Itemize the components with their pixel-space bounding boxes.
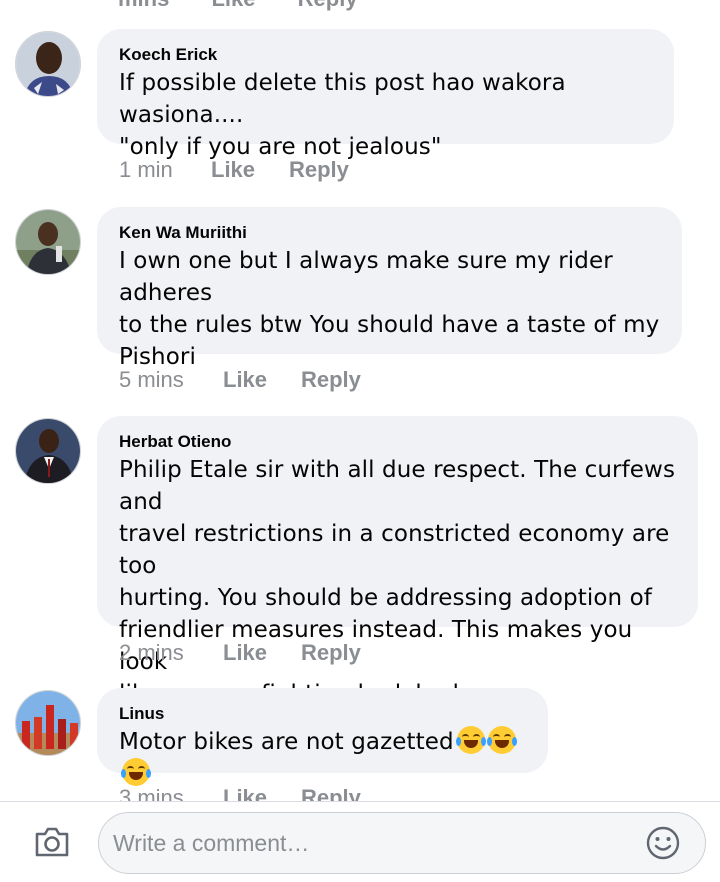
comment-line: Motor bikes are not gazetted — [119, 729, 454, 755]
like-button[interactable]: Like — [223, 367, 301, 393]
comment-text: Philip Etale sir with all due respect. T… — [119, 454, 676, 710]
comment-time[interactable]: 5 mins — [119, 367, 223, 393]
face-with-tears-of-joy-icon — [486, 726, 517, 754]
comment-author[interactable]: Ken Wa Muriithi — [119, 223, 660, 243]
reply-button[interactable]: Reply — [301, 367, 361, 392]
like-button[interactable]: Like — [223, 640, 301, 666]
comment-time[interactable]: 3 mins — [119, 785, 223, 802]
comment-actions: 3 mins Like Reply — [119, 785, 361, 802]
comment-input-container[interactable] — [98, 812, 706, 874]
comment-time[interactable]: 1 min — [119, 157, 211, 183]
camera-icon[interactable] — [33, 823, 71, 861]
previous-reply-button[interactable]: Reply — [298, 0, 358, 11]
comment-actions: 5 mins Like Reply — [119, 367, 361, 393]
comment-line: hurting. You should be addressing adopti… — [119, 585, 652, 611]
comment-line: Philip Etale sir with all due respect. T… — [119, 457, 676, 515]
face-with-tears-of-joy-icon — [121, 758, 151, 786]
comment-bubble[interactable]: Koech Erick If possible delete this post… — [97, 29, 674, 160]
face-with-tears-of-joy-icon — [455, 726, 486, 754]
comment-line: If possible delete this post hao wakora … — [119, 70, 566, 128]
comment-bubble[interactable]: Ken Wa Muriithi I own one but I always m… — [97, 207, 682, 370]
comment-text: Motor bikes are not gazetted — [119, 726, 526, 790]
avatar[interactable] — [15, 690, 81, 756]
comment-input[interactable] — [113, 813, 633, 873]
comment-author[interactable]: Linus — [119, 704, 526, 724]
like-button[interactable]: Like — [223, 785, 301, 802]
previous-like-button[interactable]: Like — [211, 0, 255, 11]
comment-line: to the rules btw You should have a taste… — [119, 312, 660, 338]
comment-actions: 1 min Like Reply — [119, 157, 349, 183]
reply-button[interactable]: Reply — [301, 785, 361, 802]
avatar[interactable] — [15, 418, 81, 484]
avatar[interactable] — [15, 209, 81, 275]
comment-time[interactable]: 2 mins — [119, 640, 223, 666]
comment-text: I own one but I always make sure my ride… — [119, 245, 660, 373]
comment-text: If possible delete this post hao wakora … — [119, 67, 652, 163]
comment-author[interactable]: Koech Erick — [119, 45, 652, 65]
like-button[interactable]: Like — [211, 157, 289, 183]
comment-bubble[interactable]: Linus Motor bikes are not gazetted — [97, 688, 548, 786]
avatar[interactable] — [15, 31, 81, 97]
comment-author[interactable]: Herbat Otieno — [119, 432, 676, 452]
previous-time: mins — [118, 0, 169, 11]
previous-comment-actions: mins Like Reply — [118, 0, 394, 12]
comment-line: travel restrictions in a constricted eco… — [119, 521, 670, 579]
reply-button[interactable]: Reply — [289, 157, 349, 182]
smiley-icon[interactable] — [645, 825, 681, 861]
comment-line: I own one but I always make sure my ride… — [119, 248, 613, 306]
comment-bubble[interactable]: Herbat Otieno Philip Etale sir with all … — [97, 416, 698, 707]
comment-composer — [0, 802, 720, 882]
comments-feed[interactable]: mins Like Reply Koech Erick If possible … — [0, 0, 720, 802]
comment-actions: 2 mins Like Reply — [119, 640, 361, 666]
reply-button[interactable]: Reply — [301, 640, 361, 665]
